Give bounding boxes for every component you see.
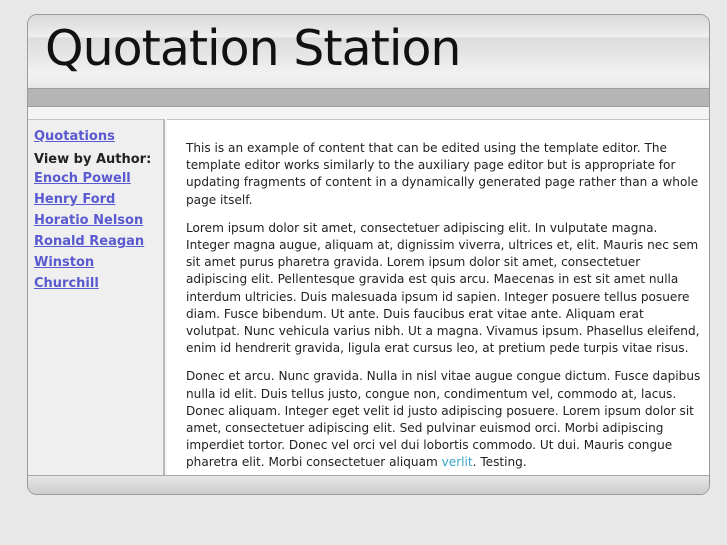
donec-text-end: . Testing. (472, 455, 527, 470)
verlit-link[interactable]: verlit (442, 455, 473, 469)
donec-paragraph: Donec et arcu. Nunc gravida. Nulla in ni… (186, 368, 701, 471)
quotations-link[interactable]: Quotations (34, 126, 163, 147)
footer-bar (28, 475, 709, 494)
author-link-ronald-reagan[interactable]: Ronald Reagan (34, 231, 163, 252)
author-link-winston-churchill[interactable]: Winston Churchill (34, 252, 163, 294)
main-content: This is an example of content that can b… (167, 119, 709, 478)
page-frame: Quotation Station Quotations View by Aut… (27, 14, 710, 495)
site-header: Quotation Station (28, 15, 709, 89)
author-heading: View by Author: (34, 152, 152, 167)
intro-paragraph: This is an example of content that can b… (186, 141, 699, 207)
header-divider-bar (28, 88, 709, 107)
author-link-horatio-nelson[interactable]: Horatio Nelson (34, 210, 163, 231)
site-title: Quotation Station (45, 20, 461, 77)
sidebar: Quotations View by Author: Enoch Powell … (28, 119, 165, 478)
author-link-enoch-powell[interactable]: Enoch Powell (34, 168, 163, 189)
lorem-paragraph: Lorem ipsum dolor sit amet, consectetuer… (186, 220, 700, 356)
author-link-henry-ford[interactable]: Henry Ford (34, 189, 163, 210)
